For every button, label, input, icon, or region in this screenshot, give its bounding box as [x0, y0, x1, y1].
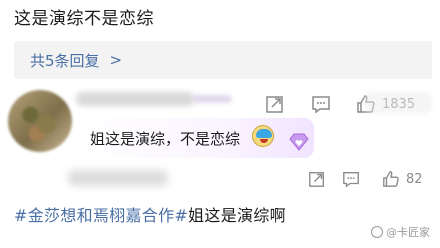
like-count-blur	[364, 92, 432, 114]
watermark-text: @卡匠家	[386, 226, 430, 239]
post-text: 这是演综不是恋综	[14, 9, 154, 29]
blurred-comment-line	[68, 170, 168, 186]
view-replies-button[interactable]: 共5条回复 >	[14, 41, 432, 79]
comment-icon	[343, 172, 359, 188]
doraemon-face-icon	[252, 125, 274, 147]
comment-button-2[interactable]	[342, 170, 360, 188]
share-icon	[309, 172, 324, 187]
thumbs-up-icon	[383, 171, 399, 187]
share-icon	[266, 96, 283, 113]
username-blurred	[76, 92, 194, 106]
comment-bubble: 姐这是演综，不是恋综	[78, 118, 314, 158]
user-badge-blurred	[192, 95, 232, 103]
share-button-2[interactable]	[308, 170, 326, 188]
comment-text: 姐这是演综，不是恋综	[90, 130, 241, 148]
like-button-2[interactable]: 82	[382, 170, 423, 188]
avatar[interactable]	[8, 90, 72, 152]
weibo-logo-icon	[371, 226, 383, 238]
watermark: @卡匠家	[371, 224, 430, 240]
hashtag-link[interactable]: #金莎想和焉栩嘉合作#	[14, 206, 188, 225]
chevron-right-icon: >	[109, 51, 123, 69]
replies-label: 共5条回复	[30, 51, 100, 70]
comment-button[interactable]	[311, 94, 331, 114]
hashtag-suffix-text: 姐这是演综啊	[188, 206, 286, 225]
like-count: 82	[406, 171, 423, 187]
share-button[interactable]	[265, 94, 285, 114]
comment-icon	[312, 96, 330, 114]
diamond-heart-icon	[289, 133, 309, 151]
hashtag-line: #金莎想和焉栩嘉合作#姐这是演综啊	[14, 202, 286, 226]
